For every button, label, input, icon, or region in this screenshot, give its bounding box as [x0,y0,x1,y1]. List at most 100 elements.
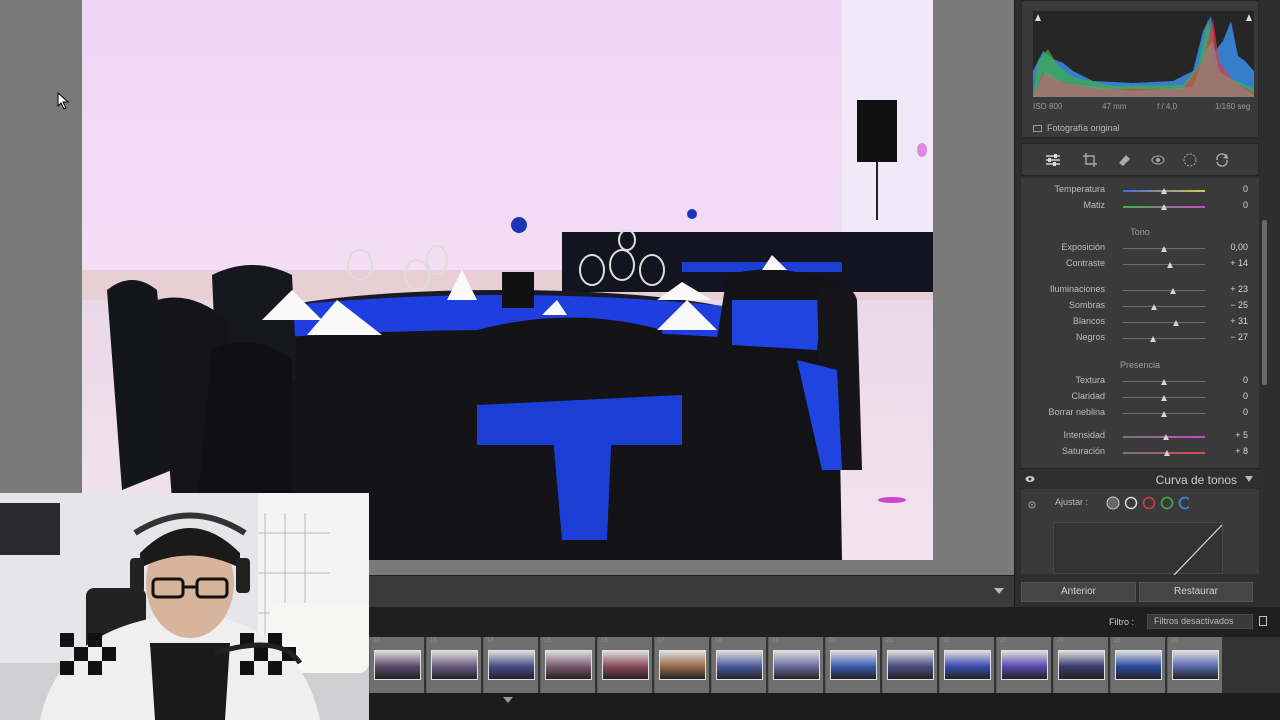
slider-track[interactable] [1123,322,1205,323]
filmstrip-cell[interactable]: 21 [882,637,937,693]
filmstrip-cell[interactable]: 24 [1053,637,1108,693]
filmstrip-cell[interactable]: 18 [711,637,766,693]
slider-track[interactable] [1123,306,1205,307]
slider-handle[interactable] [1173,320,1180,326]
reset-button[interactable]: Restaurar [1139,582,1253,602]
filmstrip-thumbnail[interactable] [1172,650,1219,680]
filmstrip-cell[interactable]: 19 [768,637,823,693]
filmstrip-cell[interactable]: 26 [1167,637,1222,693]
tone-section-title: Tono [1130,227,1150,237]
slider-label: Exposición [1061,242,1105,252]
healing-eraser-icon[interactable] [1116,152,1132,168]
edit-sliders-icon[interactable] [1045,152,1061,168]
filmstrip-thumbnail[interactable] [431,650,478,680]
filter-label: Filtro : [1109,617,1135,627]
filmstrip-thumbnail[interactable] [1001,650,1048,680]
filmstrip-thumbnail[interactable] [602,650,649,680]
filmstrip-cell[interactable]: 22 [939,637,994,693]
slider-label: Temperatura [1054,184,1105,194]
red-eye-icon[interactable] [1150,152,1166,168]
curve-channel-selector[interactable] [1105,495,1189,511]
panel-scrollbar[interactable] [1262,220,1267,385]
collapse-arrow-icon[interactable] [503,697,513,703]
filmstrip-cell[interactable]: 25 [1110,637,1165,693]
filmstrip-cell[interactable]: 15 [540,637,595,693]
slider-value[interactable]: + 14 [1204,258,1248,268]
original-photo-checkbox[interactable] [1033,125,1042,132]
filmstrip-cell[interactable]: 12 [369,637,424,693]
parametric-curve-icon [1106,496,1120,510]
photo-canvas[interactable] [0,0,1014,575]
filmstrip-thumbnail[interactable] [716,650,763,680]
eye-icon[interactable] [1025,475,1035,483]
slider-value[interactable]: + 8 [1204,446,1248,456]
filmstrip-thumbnail[interactable] [659,650,706,680]
slider-value[interactable]: 0,00 [1204,242,1248,252]
tone-curve-graph[interactable] [1053,522,1223,576]
previous-button[interactable]: Anterior [1021,582,1136,602]
green-channel-icon [1160,496,1174,510]
rgb-channel-icon [1124,496,1138,510]
slider-handle[interactable] [1161,411,1167,417]
target-adjust-icon[interactable] [1028,501,1036,509]
toolbar-dropdown-icon[interactable] [994,588,1004,594]
slider-handle[interactable] [1166,262,1173,268]
slider-value[interactable]: + 31 [1204,316,1248,326]
slider-label: Iluminaciones [1049,284,1105,294]
slider-handle[interactable] [1161,246,1167,252]
slider-handle[interactable] [1164,450,1171,456]
slider-handle[interactable] [1150,336,1157,342]
slider-label: Saturación [1061,446,1105,456]
histogram-graph[interactable] [1033,11,1254,97]
filmstrip-cell[interactable]: 16 [597,637,652,693]
filmstrip-thumbnail[interactable] [1058,650,1105,680]
filmstrip-thumbnail[interactable] [887,650,934,680]
filmstrip-cell[interactable]: 20 [825,637,880,693]
filmstrip-thumbnail[interactable] [545,650,592,680]
slider-value[interactable]: − 25 [1204,300,1248,310]
slider-value[interactable]: + 23 [1204,284,1248,294]
red-channel-icon [1142,496,1156,510]
slider-handle[interactable] [1163,434,1170,440]
slider-value[interactable]: 0 [1204,200,1248,210]
filmstrip-cell[interactable]: 17 [654,637,709,693]
slider-value[interactable]: 0 [1204,184,1248,194]
chevron-down-icon[interactable] [1245,476,1253,482]
slider-track[interactable] [1123,264,1205,265]
filmstrip-thumbnail[interactable] [488,650,535,680]
slider-value[interactable]: + 5 [1204,430,1248,440]
filmstrip-thumbnail[interactable] [1115,650,1162,680]
filmstrip-cell[interactable]: 13 [426,637,481,693]
slider-handle[interactable] [1161,395,1167,401]
main-photo[interactable] [82,0,933,560]
slider-value[interactable]: 0 [1204,407,1248,417]
presets-icon[interactable] [1214,152,1230,168]
slider-handle[interactable] [1161,204,1167,210]
slider-handle[interactable] [1161,379,1167,385]
slider-value[interactable]: 0 [1204,375,1248,385]
slider-track[interactable] [1123,290,1205,291]
slider-value[interactable]: 0 [1204,391,1248,401]
filmstrip-thumbnail[interactable] [374,650,421,680]
tone-curve-title: Curva de tonos [1155,473,1237,487]
tone-curve-header[interactable]: Curva de tonos [1021,468,1259,488]
curve-line [1173,524,1223,576]
blue-channel-icon [1178,496,1189,510]
masking-icon[interactable] [1182,152,1198,168]
slider-handle[interactable] [1151,304,1158,310]
slider-track[interactable] [1123,338,1205,339]
filmstrip-cell[interactable]: 14 [483,637,538,693]
slider-handle[interactable] [1161,188,1167,194]
filmstrip-index: 19 [772,638,779,644]
filmstrip-thumbnail[interactable] [773,650,820,680]
slider-label: Borrar neblina [1048,407,1105,417]
filmstrip-cell[interactable]: 23 [996,637,1051,693]
filmstrip-thumbnail[interactable] [830,650,877,680]
filter-lock-icon[interactable] [1259,616,1267,626]
slider-handle[interactable] [1170,288,1177,294]
filmstrip-thumbnail[interactable] [944,650,991,680]
slider-value[interactable]: − 27 [1204,332,1248,342]
crop-icon[interactable] [1082,152,1098,168]
slider-label: Contraste [1065,258,1105,268]
filter-select[interactable]: Filtros desactivados [1147,614,1253,629]
